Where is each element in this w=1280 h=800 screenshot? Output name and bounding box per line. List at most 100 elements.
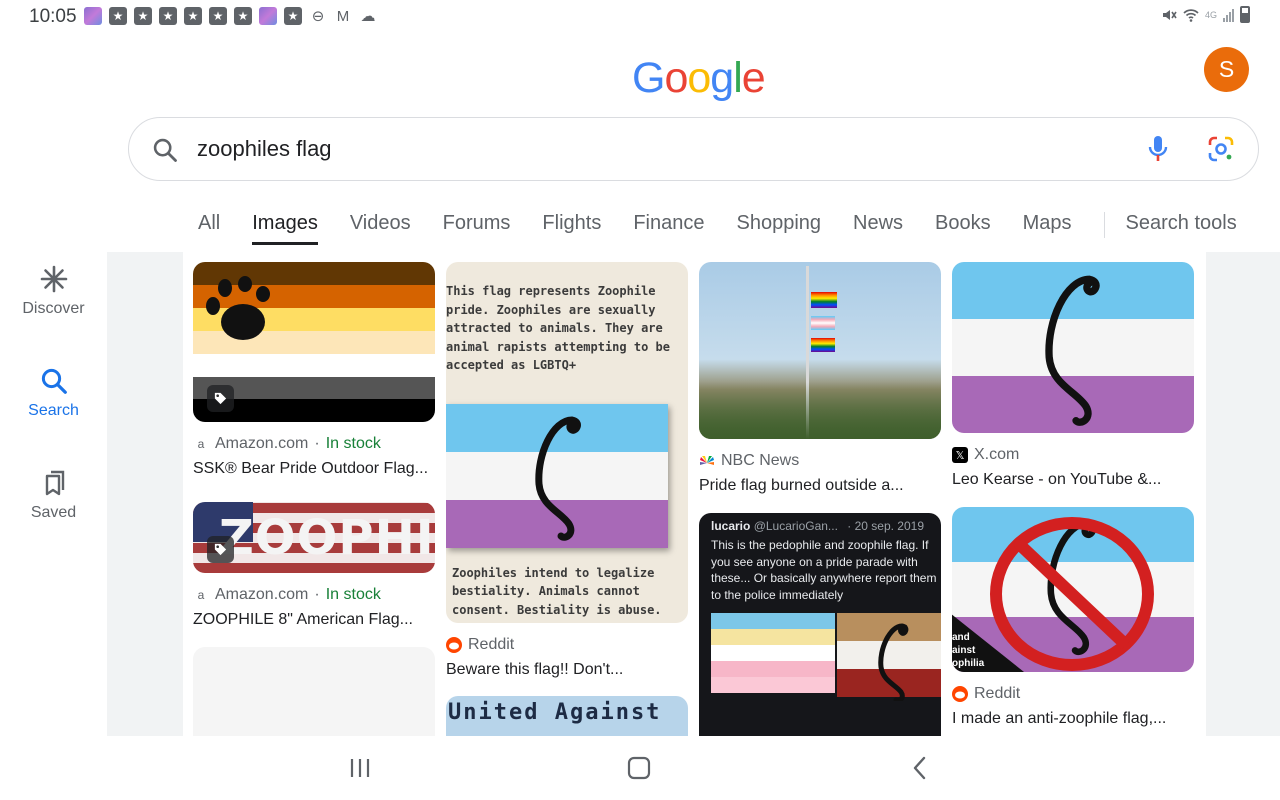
result-title[interactable]: SSK® Bear Pride Outdoor Flag... — [193, 460, 435, 478]
search-box[interactable]: zoophiles flag — [128, 117, 1259, 181]
result-title[interactable]: ZOOPHILE 8" American Flag... — [193, 611, 435, 629]
tab-flights[interactable]: Flights — [542, 212, 601, 242]
image-result[interactable]: This flag represents Zoophile pride. Zoo… — [446, 262, 688, 679]
separator: · — [314, 586, 320, 603]
clock: 10:05 — [29, 6, 77, 27]
image-result[interactable]: United Against — [446, 696, 688, 736]
image-results-grid: a Amazon.com · In stock SSK® Bear Pride … — [183, 252, 1206, 736]
reddit-icon — [952, 686, 968, 702]
image-result[interactable]: a Amazon.com · In stock SSK® Bear Pride … — [193, 262, 435, 478]
result-source: a Amazon.com · In stock — [193, 586, 435, 604]
shopping-tag-icon — [207, 536, 234, 563]
tweet-header: lucario @LucarioGan... · 20 sep. 2019 — [711, 519, 924, 533]
zeta-symbol — [1045, 275, 1100, 426]
search-tools-button[interactable]: Search tools — [1126, 212, 1237, 242]
image-text-top: This flag represents Zoophile pride. Zoo… — [446, 284, 670, 373]
side-rail: Discover Search Saved — [0, 252, 107, 736]
result-thumbnail[interactable] — [952, 262, 1194, 433]
logo-letter: e — [741, 54, 766, 102]
wifi-icon — [1183, 8, 1199, 22]
image-result[interactable]: NBC News Pride flag burned outside a... — [699, 262, 941, 495]
tab-videos[interactable]: Videos — [350, 212, 411, 242]
tab-all[interactable]: All — [198, 212, 220, 242]
pride-flag — [811, 338, 835, 352]
discover-icon — [40, 265, 67, 293]
tab-finance[interactable]: Finance — [633, 212, 704, 242]
tab-shopping[interactable]: Shopping — [736, 212, 821, 242]
image-result[interactable]: lucario @LucarioGan... · 20 sep. 2019 Th… — [699, 513, 941, 736]
image-result[interactable]: 𝕏 X.com Leo Kearse - on YouTube &... — [952, 262, 1194, 489]
source-name: Reddit — [974, 685, 1021, 702]
image-text: United Against — [448, 700, 662, 725]
signal-icon — [1223, 8, 1234, 22]
x-icon: 𝕏 — [952, 447, 968, 463]
tab-news[interactable]: News — [853, 212, 903, 242]
zeta-symbol — [878, 623, 909, 701]
result-source: Reddit — [446, 636, 688, 654]
status-bar: 10:05 ★ ★ ★ ★ ★ ★ ★ ⊖ M ☁ 4G — [0, 0, 1280, 34]
logo-letter: G — [632, 54, 665, 102]
tab-forums[interactable]: Forums — [443, 212, 511, 242]
tab-books[interactable]: Books — [935, 212, 991, 242]
amazon-icon: a — [197, 588, 205, 602]
result-title[interactable]: Beware this flag!! Don't... — [446, 661, 688, 679]
shopping-tag-icon — [207, 385, 234, 412]
source-name: Reddit — [468, 636, 515, 653]
star-icon: ★ — [109, 7, 127, 25]
result-title[interactable]: Leo Kearse - on YouTube &... — [952, 471, 1194, 489]
result-thumbnail[interactable]: and ainst ophilia — [952, 507, 1194, 672]
result-thumbnail[interactable]: lucario @LucarioGan... · 20 sep. 2019 Th… — [699, 513, 941, 736]
back-icon[interactable] — [908, 756, 932, 780]
result-thumbnail[interactable] — [193, 262, 435, 422]
tab-maps[interactable]: Maps — [1023, 212, 1072, 242]
result-thumbnail[interactable]: United Against — [446, 696, 688, 736]
account-avatar[interactable]: S — [1204, 47, 1249, 92]
rail-discover[interactable]: Discover — [0, 264, 107, 318]
image-text: ZOOPHILE — [219, 510, 435, 566]
pride-flag — [811, 316, 835, 330]
image-result-loading[interactable] — [193, 647, 435, 736]
result-title[interactable]: Pride flag burned outside a... — [699, 477, 941, 495]
rail-saved-label: Saved — [30, 504, 77, 521]
result-source: NBC News — [699, 452, 941, 470]
amazon-icon: a — [197, 437, 205, 451]
tweet-date: · 20 sep. 2019 — [847, 519, 925, 533]
image-text: and ainst ophilia — [952, 632, 985, 669]
home-icon[interactable] — [627, 756, 651, 780]
search-icon — [153, 138, 177, 162]
dnd-icon: ⊖ — [311, 8, 325, 25]
tab-images[interactable]: Images — [252, 212, 318, 245]
image-result[interactable]: ZOOPHILE a Amazon.com · In stock ZOOPHIL… — [193, 502, 435, 629]
recent-apps-icon[interactable] — [348, 756, 372, 780]
star-icon: ★ — [159, 7, 177, 25]
notification-icons: ★ ★ ★ ★ ★ ★ ★ ⊖ M ☁ — [84, 7, 377, 25]
android-nav-bar — [0, 736, 1280, 800]
result-source: Reddit — [952, 685, 1194, 703]
google-lens-icon[interactable] — [1207, 135, 1235, 163]
result-thumbnail[interactable]: ZOOPHILE — [193, 502, 435, 573]
star-icon: ★ — [284, 7, 302, 25]
google-logo[interactable]: Google — [632, 54, 766, 103]
separator: · — [314, 435, 320, 452]
photo-icon — [84, 7, 102, 25]
search-icon — [41, 368, 67, 394]
image-result[interactable]: and ainst ophilia Reddit I made an anti-… — [952, 507, 1194, 728]
result-title[interactable]: I made an anti-zoophile flag,... — [952, 710, 1194, 728]
rail-search-label: Search — [28, 402, 79, 419]
result-thumbnail[interactable] — [699, 262, 941, 439]
system-icons: 4G — [1161, 6, 1250, 23]
search-input[interactable]: zoophiles flag — [197, 136, 332, 162]
result-source: 𝕏 X.com — [952, 446, 1194, 464]
star-icon: ★ — [134, 7, 152, 25]
nbc-icon — [700, 456, 714, 465]
source-name: Amazon.com — [215, 586, 309, 603]
bookmarks-icon — [45, 470, 64, 496]
pride-flag — [811, 292, 837, 308]
rail-search[interactable]: Search — [0, 366, 107, 420]
microphone-icon[interactable] — [1145, 133, 1171, 165]
prohibition-icon — [990, 517, 1154, 671]
result-thumbnail[interactable]: This flag represents Zoophile pride. Zoo… — [446, 262, 688, 623]
rail-saved[interactable]: Saved — [0, 468, 107, 522]
result-thumbnail-placeholder — [193, 647, 435, 736]
search-tabs: All Images Videos Forums Flights Finance… — [198, 212, 1237, 245]
